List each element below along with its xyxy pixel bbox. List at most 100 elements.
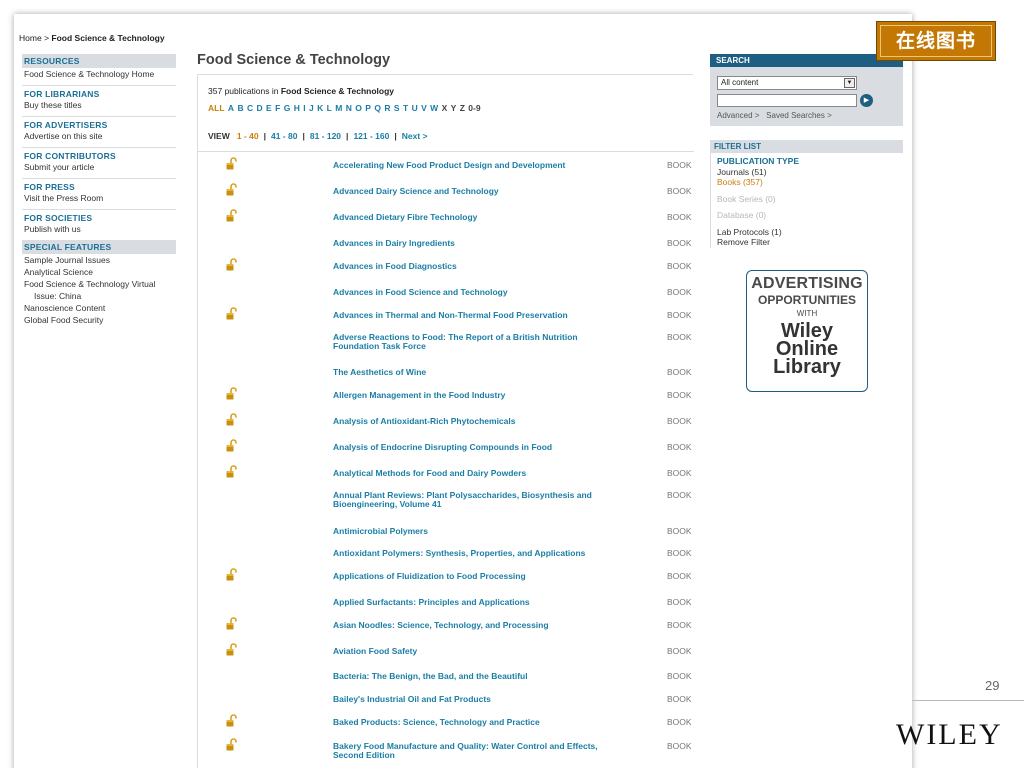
unlock-icon <box>225 643 239 657</box>
publication-type: BOOK <box>667 526 692 536</box>
sidebar-link-issue-china[interactable]: Issue: China <box>22 290 176 302</box>
publication-title-link[interactable]: Accelerating New Food Product Design and… <box>333 161 623 170</box>
sidebar-heading-for-contributors: FOR CONTRIBUTORS <box>24 151 116 161</box>
sidebar-divider <box>22 178 176 179</box>
publication-title-link[interactable]: The Aesthetics of Wine <box>333 368 623 377</box>
pagination-separator: | <box>346 131 349 141</box>
publication-title-link[interactable]: Adverse Reactions to Food: The Report of… <box>333 333 623 351</box>
alphabet-letter-m[interactable]: M <box>335 103 342 113</box>
publication-type: BOOK <box>667 238 692 248</box>
search-input[interactable] <box>717 94 857 107</box>
search-scope-select[interactable]: All content ▼ <box>717 76 857 90</box>
page-link-41-80[interactable]: 41 - 80 <box>271 131 297 141</box>
alphabet-letter-all[interactable]: ALL <box>208 103 225 113</box>
sidebar-link-food-science-technology-home[interactable]: Food Science & Technology Home <box>22 68 176 80</box>
advanced-search-link[interactable]: Advanced > <box>717 111 759 120</box>
sidebar-link-analytical-science[interactable]: Analytical Science <box>22 266 176 278</box>
publication-title-link[interactable]: Applications of Fluidization to Food Pro… <box>333 572 623 581</box>
publication-type: BOOK <box>667 694 692 704</box>
sidebar-link-submit-your-article[interactable]: Submit your article <box>22 161 176 173</box>
alphabet-letter-v[interactable]: V <box>421 103 427 113</box>
alphabet-letter-c[interactable]: C <box>247 103 253 113</box>
filter-heading: FILTER LIST <box>710 140 903 153</box>
alphabet-letter-w[interactable]: W <box>430 103 438 113</box>
publication-type: BOOK <box>667 490 692 500</box>
filter-option-books-357[interactable]: Books (357) <box>717 177 903 188</box>
alphabet-letter-y[interactable]: Y <box>451 103 457 113</box>
publication-title-link[interactable]: Applied Surfactants: Principles and Appl… <box>333 598 623 607</box>
publication-title-link[interactable]: Advances in Dairy Ingredients <box>333 239 623 248</box>
sidebar-link-food-science-technology-virtual[interactable]: Food Science & Technology Virtual <box>22 278 176 290</box>
sidebar-link-global-food-security[interactable]: Global Food Security <box>22 314 176 326</box>
alphabet-letter-r[interactable]: R <box>384 103 390 113</box>
publication-title-link[interactable]: Antioxidant Polymers: Synthesis, Propert… <box>333 549 623 558</box>
sidebar-link-visit-the-press-room[interactable]: Visit the Press Room <box>22 192 176 204</box>
sidebar-link-sample-journal-issues[interactable]: Sample Journal Issues <box>22 254 176 266</box>
alphabet-filter: ALL A B C D E F G H I J K L M N O P Q R S T U V W X Y Z 0-9 <box>208 103 484 113</box>
publication-type: BOOK <box>667 571 692 581</box>
publication-title-link[interactable]: Advanced Dietary Fibre Technology <box>333 213 623 222</box>
advertising-banner[interactable]: ADVERTISING OPPORTUNITIES WITH Wiley Onl… <box>746 270 868 392</box>
alphabet-letter-j[interactable]: J <box>309 103 314 113</box>
publication-title-link[interactable]: Advances in Food Diagnostics <box>333 262 623 271</box>
alphabet-letter-l[interactable]: L <box>327 103 332 113</box>
publication-title-link[interactable]: Analysis of Antioxidant-Rich Phytochemic… <box>333 417 623 426</box>
unlock-icon <box>225 157 239 171</box>
alphabet-letter-x[interactable]: X <box>442 103 448 113</box>
page-link-121-160[interactable]: 121 - 160 <box>353 131 389 141</box>
breadcrumb-home[interactable]: Home <box>19 33 42 43</box>
page-link-81-120[interactable]: 81 - 120 <box>310 131 341 141</box>
alphabet-letter-a[interactable]: A <box>228 103 234 113</box>
publication-type: BOOK <box>667 741 692 751</box>
alphabet-letter-0-9[interactable]: 0-9 <box>468 103 480 113</box>
publication-title-link[interactable]: Asian Noodles: Science, Technology, and … <box>333 621 623 630</box>
page-link-next[interactable]: Next > <box>402 131 428 141</box>
publication-title-link[interactable]: Bailey's Industrial Oil and Fat Products <box>333 695 623 704</box>
publication-title-link[interactable]: Advanced Dairy Science and Technology <box>333 187 623 196</box>
pagination-separator: | <box>302 131 305 141</box>
publication-title-link[interactable]: Annual Plant Reviews: Plant Polysacchari… <box>333 491 623 509</box>
publication-title-link[interactable]: Advances in Food Science and Technology <box>333 288 623 297</box>
alphabet-letter-h[interactable]: H <box>294 103 300 113</box>
publication-title-link[interactable]: Aviation Food Safety <box>333 647 623 656</box>
alphabet-letter-i[interactable]: I <box>303 103 305 113</box>
badge-text: 在线图书 <box>880 25 992 57</box>
chevron-down-icon[interactable]: ▼ <box>844 78 855 88</box>
alphabet-letter-k[interactable]: K <box>317 103 323 113</box>
alphabet-letter-d[interactable]: D <box>257 103 263 113</box>
page-link-1-40[interactable]: 1 - 40 <box>237 131 259 141</box>
remove-filter-link[interactable]: Remove Filter <box>717 237 903 248</box>
alphabet-letter-z[interactable]: Z <box>460 103 465 113</box>
alphabet-letter-p[interactable]: P <box>365 103 371 113</box>
alphabet-letter-t[interactable]: T <box>403 103 408 113</box>
alphabet-letter-f[interactable]: F <box>275 103 280 113</box>
publication-title-link[interactable]: Analysis of Endocrine Disrupting Compoun… <box>333 443 623 452</box>
publication-title-link[interactable]: Analytical Methods for Food and Dairy Po… <box>333 469 623 478</box>
sidebar-link-nanoscience-content[interactable]: Nanoscience Content <box>22 302 176 314</box>
alphabet-letter-g[interactable]: G <box>284 103 291 113</box>
publication-title-link[interactable]: Allergen Management in the Food Industry <box>333 391 623 400</box>
publication-title-link[interactable]: Baked Products: Science, Technology and … <box>333 718 623 727</box>
alphabet-letter-s[interactable]: S <box>394 103 400 113</box>
alphabet-letter-n[interactable]: N <box>346 103 352 113</box>
alphabet-letter-b[interactable]: B <box>237 103 243 113</box>
filter-option-journals-51[interactable]: Journals (51) <box>717 167 903 178</box>
sidebar-link-buy-these-titles[interactable]: Buy these titles <box>22 99 176 111</box>
sidebar-divider <box>22 85 176 86</box>
publication-title-link[interactable]: Bakery Food Manufacture and Quality: Wat… <box>333 742 623 760</box>
alphabet-letter-u[interactable]: U <box>412 103 418 113</box>
publication-title-link[interactable]: Bacteria: The Benign, the Bad, and the B… <box>333 672 623 681</box>
publication-title-link[interactable]: Advances in Thermal and Non-Thermal Food… <box>333 311 623 320</box>
saved-searches-link[interactable]: Saved Searches > <box>766 111 832 120</box>
ad-logo-text: Wiley Online Library <box>747 321 867 377</box>
view-label: VIEW <box>208 131 230 141</box>
alphabet-letter-q[interactable]: Q <box>374 103 381 113</box>
filter-option-lab-protocols-1[interactable]: Lab Protocols (1) <box>717 227 903 238</box>
alphabet-letter-o[interactable]: O <box>355 103 362 113</box>
sidebar-link-publish-with-us[interactable]: Publish with us <box>22 223 176 235</box>
publication-type: BOOK <box>667 390 692 400</box>
sidebar-link-advertise-on-this-site[interactable]: Advertise on this site <box>22 130 176 142</box>
publication-title-link[interactable]: Antimicrobial Polymers <box>333 527 623 536</box>
search-go-icon[interactable]: ▶ <box>860 94 873 107</box>
alphabet-letter-e[interactable]: E <box>266 103 272 113</box>
